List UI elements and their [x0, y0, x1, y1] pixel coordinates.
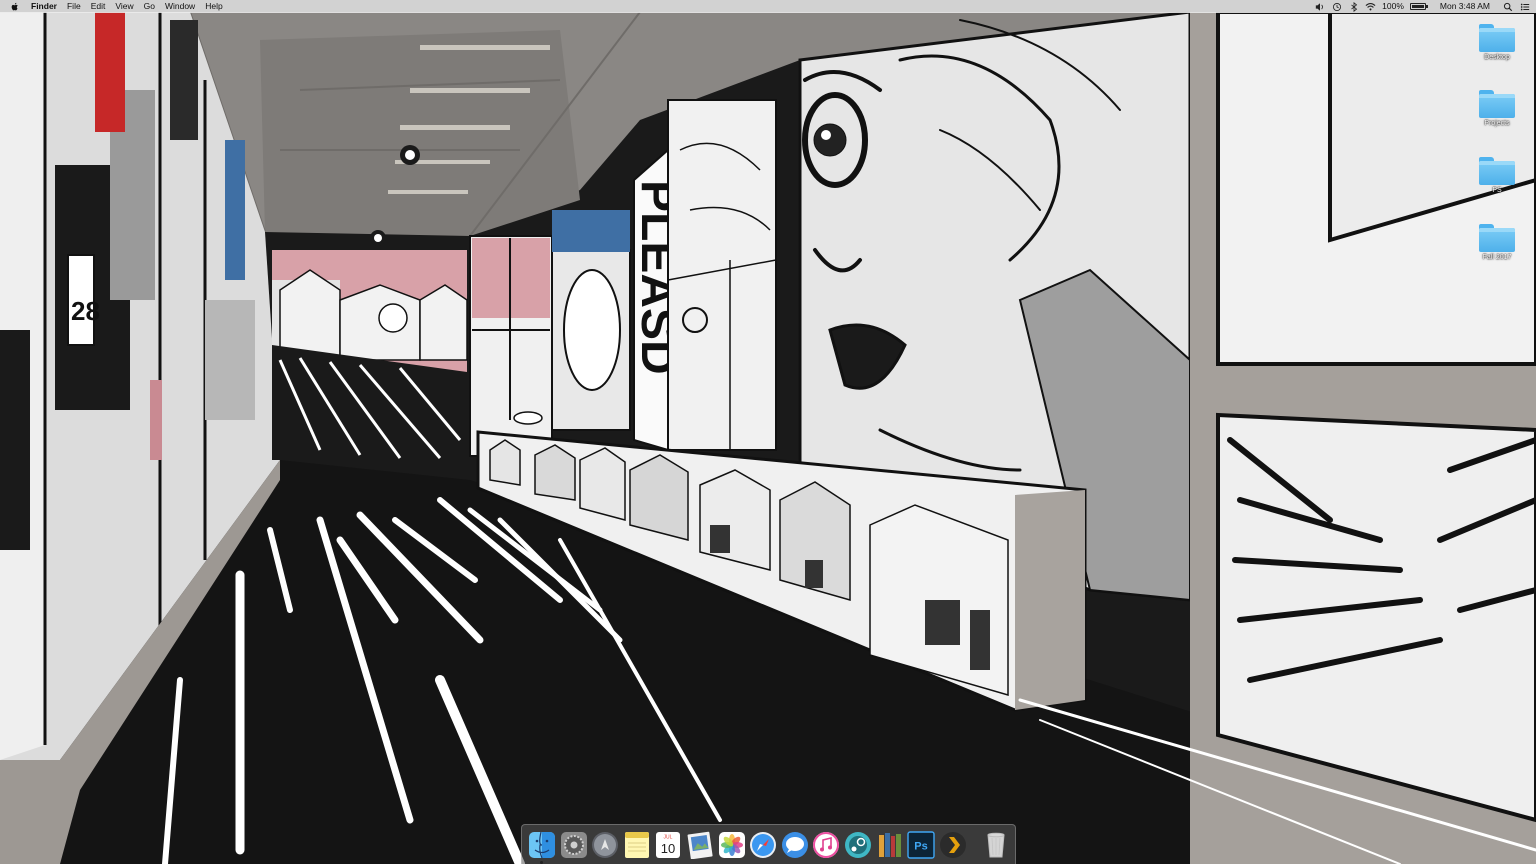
spotlight-search-icon[interactable]: [1502, 1, 1513, 12]
finder-icon: [529, 831, 555, 858]
system-preferences-icon: [560, 831, 587, 858]
dock-trash[interactable]: [982, 831, 1010, 859]
itunes-icon: [813, 831, 840, 858]
menu-bar: Finder File Edit View Go Window Help 100…: [0, 0, 1536, 13]
launchpad-icon: [592, 831, 619, 858]
steam-icon: [844, 831, 871, 858]
plex-icon: [939, 831, 966, 858]
running-indicator: [540, 860, 543, 864]
menu-window[interactable]: Window: [165, 0, 202, 13]
dock-app-notes[interactable]: [623, 831, 651, 859]
dock-app-system-preferences[interactable]: [560, 831, 588, 859]
dock-app-plex[interactable]: [939, 831, 967, 859]
desktop-wallpaper: 28 PLEASD: [0, 10, 1536, 864]
calendar-icon: JUL10: [656, 831, 681, 858]
calendar-day: 10: [661, 841, 675, 856]
desktop-icon-label: PS: [1492, 187, 1502, 194]
notes-icon: [624, 831, 649, 858]
dock-app-calendar[interactable]: JUL 10: [654, 831, 682, 859]
messages-icon: [781, 831, 808, 858]
trash-icon: [987, 832, 1005, 857]
ibooks-icon: [878, 832, 901, 857]
photoshop-label: Ps: [914, 840, 927, 852]
apple-menu-icon[interactable]: [10, 1, 21, 12]
photos-icon: [718, 831, 745, 858]
menu-file[interactable]: File: [67, 0, 88, 13]
photoshop-icon: Ps: [907, 830, 935, 859]
safari-icon: [750, 831, 777, 858]
dock: JUL 10 Ps: [521, 824, 1016, 864]
dock-app-preview[interactable]: [686, 831, 714, 859]
desktop-icon-label: Fall 2017: [1482, 254, 1512, 261]
time-machine-icon[interactable]: [1331, 1, 1342, 12]
menu-edit[interactable]: Edit: [91, 0, 113, 13]
desktop-icon-label: Desktop: [1484, 54, 1510, 61]
battery-percentage: 100%: [1382, 1, 1404, 11]
folder-icon: [1479, 224, 1515, 252]
menu-app-finder[interactable]: Finder: [31, 0, 64, 13]
desktop-folder-ps[interactable]: PS: [1462, 157, 1532, 194]
notification-center-icon[interactable]: [1519, 1, 1530, 12]
menu-view[interactable]: View: [115, 0, 140, 13]
folder-icon: [1479, 90, 1515, 118]
battery-icon[interactable]: [1409, 3, 1428, 10]
dock-app-finder[interactable]: [528, 831, 556, 864]
dock-app-launchpad[interactable]: [591, 831, 619, 859]
menu-help[interactable]: Help: [205, 0, 229, 13]
dock-app-photoshop[interactable]: Ps: [907, 830, 935, 859]
calendar-month: JUL: [664, 834, 673, 840]
folder-icon: [1479, 24, 1515, 52]
dock-app-messages[interactable]: [781, 831, 809, 859]
dock-app-photos[interactable]: [718, 831, 746, 859]
dock-app-ibooks[interactable]: [876, 831, 904, 859]
desktop-icon-label: Projects: [1484, 120, 1510, 127]
bluetooth-icon[interactable]: [1348, 1, 1359, 12]
desktop-folder-projects[interactable]: Projects: [1462, 90, 1532, 127]
volume-icon[interactable]: [1314, 1, 1325, 12]
desktop-folder-fall-2017[interactable]: Fall 2017: [1462, 224, 1532, 261]
preview-icon: [687, 831, 713, 859]
menubar-clock[interactable]: Mon 3:48 AM: [1440, 0, 1490, 13]
dock-app-itunes[interactable]: [812, 831, 840, 859]
dock-app-safari[interactable]: [749, 831, 777, 859]
wifi-icon[interactable]: [1365, 1, 1376, 12]
menu-go[interactable]: Go: [144, 0, 162, 13]
desktop-folder-desktop[interactable]: Desktop: [1462, 24, 1532, 61]
dock-app-steam[interactable]: [844, 831, 872, 859]
folder-icon: [1479, 157, 1515, 185]
svg-text:28: 28: [71, 296, 100, 326]
